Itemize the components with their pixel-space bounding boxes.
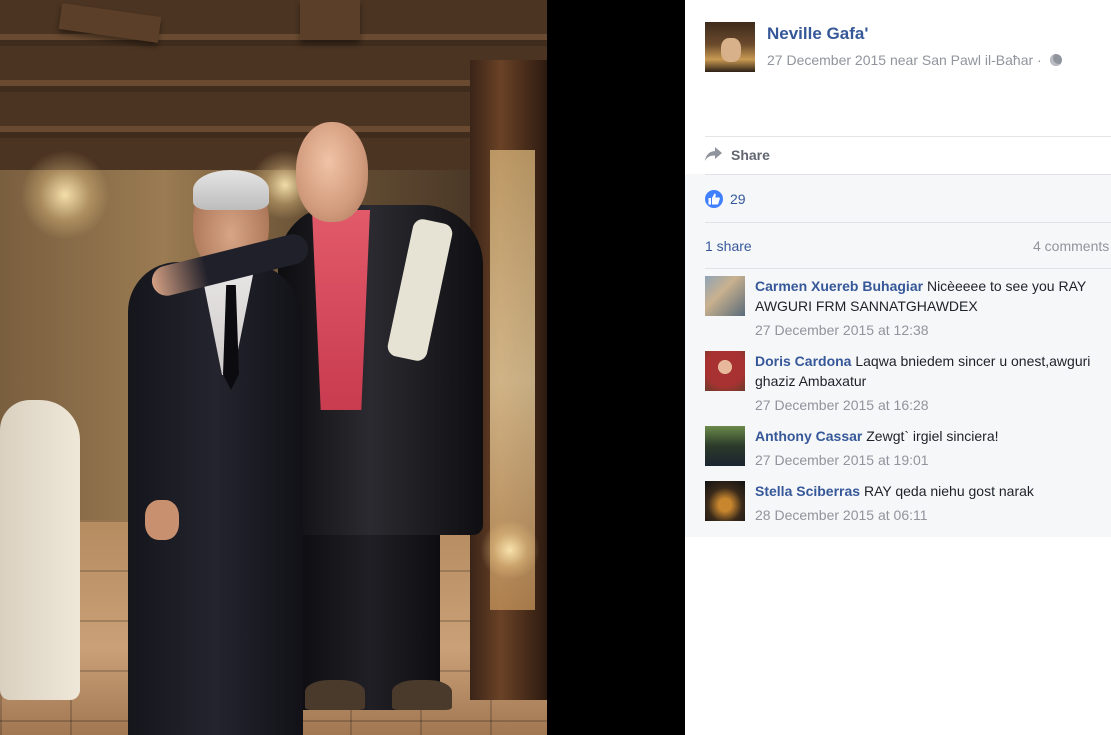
feedback-section: 29 1 share 4 comments Carmen Xuereb Buha…	[685, 174, 1111, 537]
divider	[705, 268, 1111, 269]
comment-author[interactable]: Stella Sciberras	[755, 483, 860, 499]
comment-timestamp[interactable]: 27 December 2015 at 19:01	[755, 452, 929, 468]
like-thumb-icon	[705, 190, 723, 208]
comment-author[interactable]: Doris Cardona	[755, 353, 851, 369]
comment-timestamp[interactable]: 28 December 2015 at 06:11	[755, 507, 928, 523]
comment-text: Zewgt` irgiel sinciera!	[866, 428, 999, 444]
share-label: Share	[731, 147, 770, 163]
comment-body: Doris Cardona Laqwa bniedem sincer u one…	[755, 351, 1111, 391]
photo-chandelier	[20, 150, 110, 240]
share-arrow-icon	[705, 147, 722, 161]
globe-icon[interactable]	[1049, 54, 1062, 66]
share-button[interactable]: Share	[705, 140, 905, 170]
divider	[705, 136, 1111, 137]
comment-body: Anthony Cassar Zewgt` irgiel sinciera!	[755, 426, 1111, 446]
post-photo[interactable]	[0, 0, 547, 735]
comment-avatar[interactable]	[705, 481, 745, 521]
comment-body: Carmen Xuereb Buhagiar Nicèeeee to see y…	[755, 276, 1111, 316]
comment-author[interactable]: Carmen Xuereb Buhagiar	[755, 278, 923, 294]
post-side-panel: Neville Gafa' 27 December 2015 near San …	[685, 0, 1111, 735]
comment-timestamp[interactable]: 27 December 2015 at 16:28	[755, 397, 929, 413]
divider	[705, 174, 1111, 175]
comment-avatar[interactable]	[705, 426, 745, 466]
author-name[interactable]: Neville Gafa'	[767, 24, 868, 44]
post-date-location[interactable]: 27 December 2015 near San Pawl il-Baħar …	[767, 52, 1042, 68]
comments-count-link[interactable]: 4 comments	[1033, 238, 1109, 254]
post-header: Neville Gafa' 27 December 2015 near San …	[705, 22, 1105, 82]
comment-avatar[interactable]	[705, 276, 745, 316]
comment-timestamp[interactable]: 27 December 2015 at 12:38	[755, 322, 929, 338]
shares-link[interactable]: 1 share	[705, 238, 752, 254]
reactions-summary[interactable]: 29	[705, 190, 905, 210]
photo-armchair	[0, 400, 80, 700]
comment-avatar[interactable]	[705, 351, 745, 391]
comment-author[interactable]: Anthony Cassar	[755, 428, 862, 444]
photo-beam	[300, 0, 360, 40]
author-avatar[interactable]	[705, 22, 755, 72]
divider	[705, 222, 1111, 223]
photo-backdrop	[547, 0, 685, 735]
comment-text: RAY qeda niehu gost narak	[863, 483, 1034, 499]
comment-body: Stella Sciberras RAY qeda niehu gost nar…	[755, 481, 1111, 501]
like-count: 29	[730, 191, 746, 207]
post-meta: 27 December 2015 near San Pawl il-Baħar …	[767, 52, 1062, 68]
photo-cabinet-light	[480, 520, 540, 580]
